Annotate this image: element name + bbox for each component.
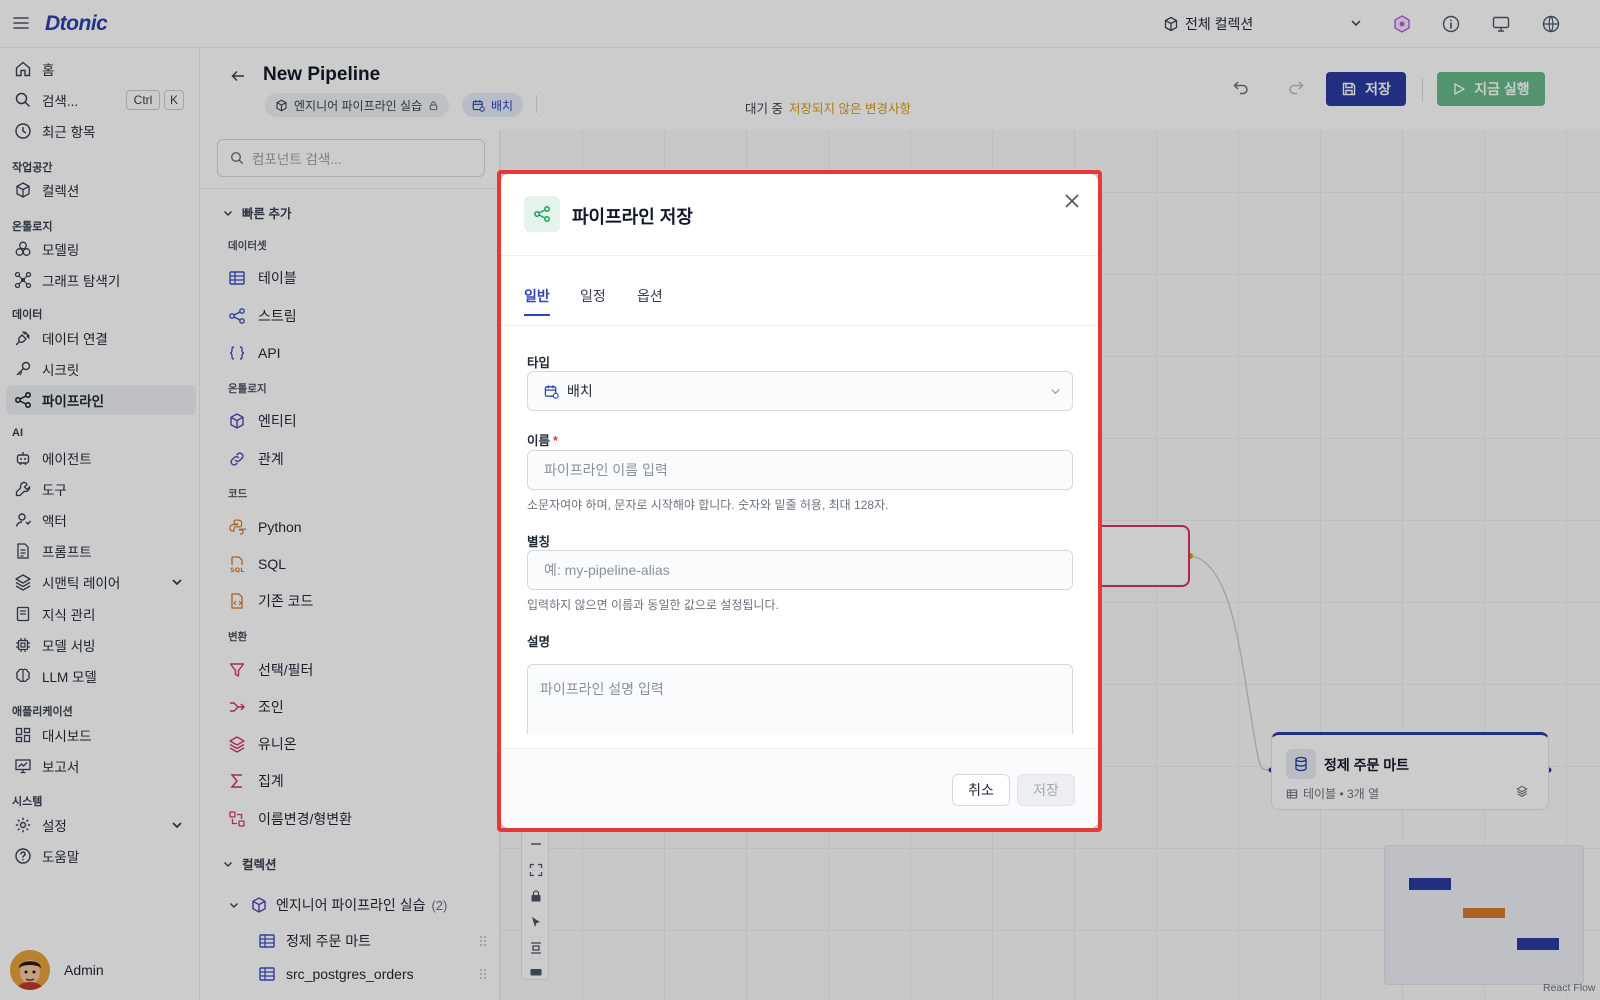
required-asterisk: * — [553, 434, 558, 448]
close-icon[interactable] — [1063, 192, 1081, 210]
calendar-clock-icon — [544, 384, 559, 399]
alias-hint: 입력하지 않으면 이름과 동일한 값으로 설정됩니다. — [527, 598, 779, 612]
description-placeholder: 파이프라인 설명 입력 — [540, 681, 664, 697]
alias-label: 별칭 — [527, 535, 551, 549]
type-select[interactable]: 배치 — [527, 371, 1073, 411]
description-textarea[interactable]: 파이프라인 설명 입력 — [527, 664, 1073, 734]
type-select-value: 배치 — [567, 383, 593, 399]
description-label: 설명 — [527, 635, 551, 649]
dialog-header: 파이프라인 저장 — [501, 174, 1098, 256]
chevron-down-icon — [1051, 389, 1060, 395]
pipeline-name-placeholder: 파이프라인 이름 입력 — [544, 462, 668, 478]
tab-options[interactable]: 옵션 — [637, 286, 663, 314]
pipeline-name-input[interactable]: 파이프라인 이름 입력 — [527, 450, 1073, 490]
name-label: 이름 * — [527, 430, 558, 449]
dialog-title: 파이프라인 저장 — [572, 207, 693, 227]
confirm-save-button[interactable]: 저장 — [1017, 774, 1075, 806]
dialog-footer: 취소 저장 — [501, 748, 1098, 828]
type-label: 타입 — [527, 356, 551, 370]
pipeline-icon — [534, 206, 550, 222]
name-label-text: 이름 — [527, 434, 551, 448]
name-hint: 소문자여야 하며, 문자로 시작해야 합니다. 숫자와 밑줄 허용, 최대 12… — [527, 498, 889, 512]
tab-schedule[interactable]: 일정 — [580, 286, 606, 314]
alias-placeholder: 예: my-pipeline-alias — [544, 562, 670, 578]
dialog-icon-badge — [524, 196, 560, 232]
cancel-button[interactable]: 취소 — [952, 774, 1010, 806]
alias-input[interactable]: 예: my-pipeline-alias — [527, 550, 1073, 590]
dialog-tabs: 일반 일정 옵션 — [501, 256, 1098, 326]
save-pipeline-dialog: 파이프라인 저장 일반 일정 옵션 타입 배치 이름 * 파이프라인 이름 입력 … — [501, 174, 1098, 828]
tab-general[interactable]: 일반 — [524, 286, 550, 316]
